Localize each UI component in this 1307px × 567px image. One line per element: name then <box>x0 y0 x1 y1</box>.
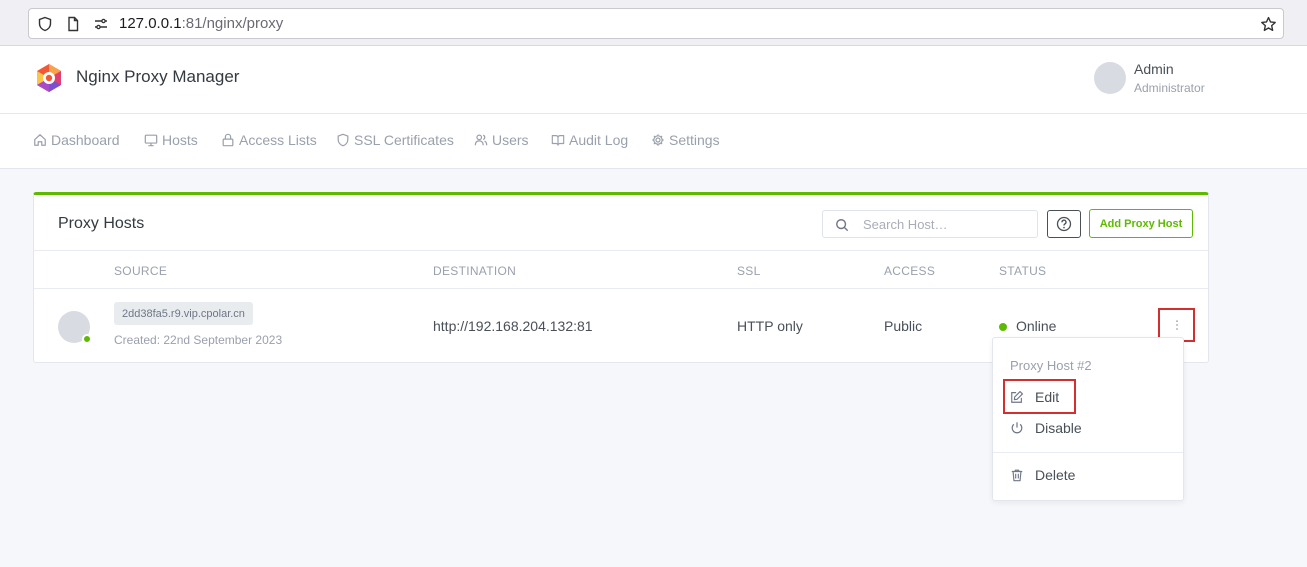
menu-item-label: Edit <box>1035 389 1060 405</box>
more-vertical-icon <box>1175 320 1178 330</box>
card-header-divider <box>34 250 1208 251</box>
nav-item-settings[interactable]: Settings <box>651 132 720 148</box>
card-title: Proxy Hosts <box>58 215 145 232</box>
destination-cell: http://192.168.204.132:81 <box>433 318 593 334</box>
nav-label: Dashboard <box>51 132 120 148</box>
table-header-divider <box>34 288 1208 289</box>
brand-title[interactable]: Nginx Proxy Manager <box>76 67 239 87</box>
user-name[interactable]: Admin <box>1134 61 1174 77</box>
nav-item-dashboard[interactable]: Dashboard <box>33 132 120 148</box>
shield-icon <box>337 133 349 147</box>
url-path: :81/nginx/proxy <box>181 15 284 32</box>
home-icon <box>34 134 46 146</box>
menu-item-label: Delete <box>1035 467 1076 483</box>
user-avatar[interactable] <box>1094 62 1126 94</box>
user-role: Administrator <box>1134 81 1205 95</box>
created-date: Created: 22nd September 2023 <box>114 333 283 347</box>
nav-label: SSL Certificates <box>354 132 454 148</box>
dropdown-divider <box>993 452 1183 453</box>
host-online-indicator <box>82 334 92 344</box>
npm-logo-icon[interactable] <box>34 63 64 93</box>
bookmark-star-icon[interactable] <box>1260 16 1277 33</box>
url-text: 127.0.0.1:81/nginx/proxy <box>119 15 283 32</box>
dropdown-header: Proxy Host #2 <box>1010 358 1092 373</box>
book-icon <box>551 135 565 146</box>
power-icon <box>1011 422 1023 434</box>
help-icon <box>1056 216 1072 232</box>
column-header-source: SOURCE <box>114 264 168 278</box>
url-host: 127.0.0.1 <box>119 15 182 32</box>
row-actions-dropdown: Proxy Host #2 Edit Disable Delete <box>992 337 1184 501</box>
shield-icon <box>38 16 52 32</box>
help-button[interactable] <box>1047 210 1081 238</box>
trash-icon <box>1011 469 1023 482</box>
lock-icon <box>222 133 234 147</box>
nav-label: Users <box>492 132 529 148</box>
column-header-status: STATUS <box>999 264 1047 278</box>
search-placeholder: Search Host… <box>863 217 948 232</box>
menu-item-edit[interactable]: Edit <box>1010 389 1059 405</box>
main-nav: Dashboard Hosts Access Lists SSL Certifi… <box>0 114 1307 169</box>
connection-settings-icon[interactable] <box>93 16 109 32</box>
nav-label: Settings <box>669 132 720 148</box>
source-domain-tag[interactable]: 2dd38fa5.r9.vip.cpolar.cn <box>114 302 253 325</box>
menu-item-delete[interactable]: Delete <box>1010 467 1075 483</box>
browser-toolbar: 127.0.0.1:81/nginx/proxy <box>0 0 1307 46</box>
menu-item-label: Disable <box>1035 420 1082 436</box>
search-input[interactable]: Search Host… <box>822 210 1038 238</box>
column-header-access: ACCESS <box>884 264 936 278</box>
nav-label: Hosts <box>162 132 198 148</box>
edit-icon <box>1011 391 1023 403</box>
status-cell: Online <box>1016 318 1057 334</box>
nav-item-audit-log[interactable]: Audit Log <box>551 132 628 148</box>
nav-label: Audit Log <box>569 132 629 148</box>
nav-item-access-lists[interactable]: Access Lists <box>221 132 317 148</box>
search-icon <box>836 219 849 232</box>
users-icon <box>474 134 488 146</box>
ssl-cell: HTTP only <box>737 318 803 334</box>
add-proxy-host-button[interactable]: Add Proxy Host <box>1089 209 1193 238</box>
app-header: Nginx Proxy Manager Admin Administrator <box>0 46 1307 114</box>
column-header-ssl: SSL <box>737 264 761 278</box>
nav-item-users[interactable]: Users <box>474 132 529 148</box>
page-icon <box>68 16 79 32</box>
nav-item-hosts[interactable]: Hosts <box>144 132 198 148</box>
access-cell: Public <box>884 318 923 334</box>
menu-item-disable[interactable]: Disable <box>1010 420 1082 436</box>
nav-label: Access Lists <box>239 132 317 148</box>
gear-icon <box>652 134 664 146</box>
address-bar[interactable]: 127.0.0.1:81/nginx/proxy <box>28 8 1284 39</box>
column-header-destination: DESTINATION <box>433 264 517 278</box>
monitor-icon <box>144 134 158 147</box>
status-dot <box>999 323 1007 331</box>
nav-item-ssl-certificates[interactable]: SSL Certificates <box>336 132 454 148</box>
